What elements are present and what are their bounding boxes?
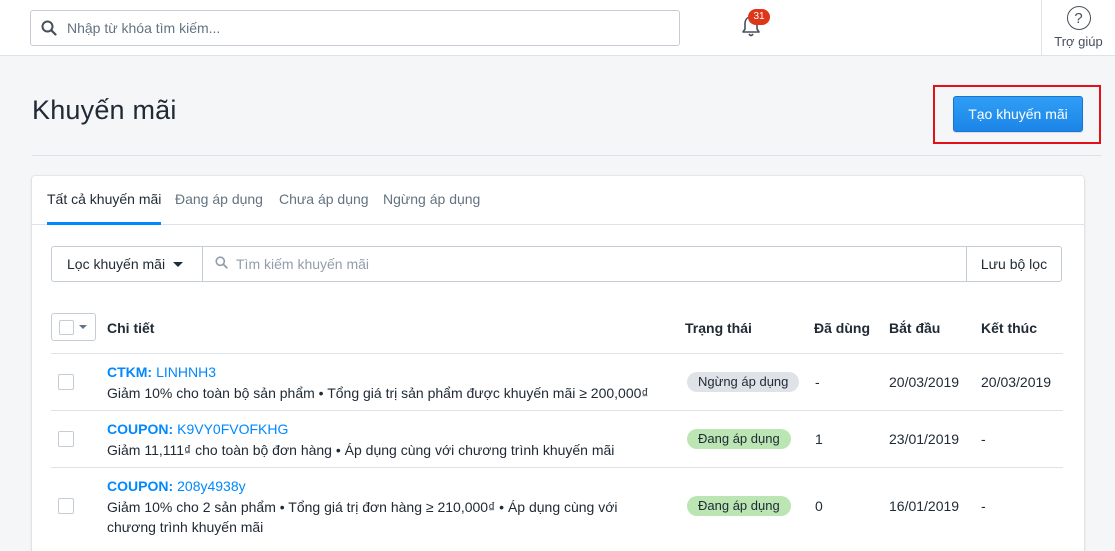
checkbox-box bbox=[59, 319, 74, 335]
row-checkbox[interactable] bbox=[58, 498, 74, 514]
promotion-code-link[interactable]: LINHNH3 bbox=[156, 364, 216, 380]
help-label: Trợ giúp bbox=[1054, 34, 1103, 49]
select-all-checkbox[interactable] bbox=[51, 313, 96, 341]
create-promotion-button[interactable]: Tạo khuyến mãi bbox=[953, 96, 1083, 132]
tab-active-promotions[interactable]: Đang áp dụng bbox=[175, 176, 263, 225]
tab-all-promotions[interactable]: Tất cả khuyến mãi bbox=[47, 176, 162, 225]
help-button[interactable]: ? Trợ giúp bbox=[1041, 0, 1115, 56]
status-badge: Đang áp dụng bbox=[687, 429, 791, 449]
promotion-description: Giảm 11,111₫ cho toàn bộ đơn hàng • Áp d… bbox=[107, 442, 615, 458]
column-header-status: Trạng thái bbox=[685, 320, 752, 336]
promotion-search-input[interactable] bbox=[236, 256, 836, 272]
table-row[interactable]: COUPON: 208y4938y Giảm 10% cho 2 sản phẩm… bbox=[51, 467, 1063, 545]
promotion-search-box[interactable] bbox=[203, 247, 966, 281]
used-count: 0 bbox=[815, 498, 823, 514]
column-header-end: Kết thúc bbox=[981, 320, 1037, 336]
caret-down-icon bbox=[173, 261, 184, 267]
end-date: - bbox=[981, 431, 986, 447]
header-divider bbox=[32, 155, 1102, 156]
start-date: 23/01/2019 bbox=[889, 431, 960, 447]
row-checkbox[interactable] bbox=[58, 431, 74, 447]
start-date: 20/03/2019 bbox=[889, 374, 960, 390]
caret-down-icon bbox=[79, 325, 87, 329]
promotion-description: Giảm 10% cho 2 sản phẩm • Tổng giá trị đ… bbox=[107, 499, 618, 515]
column-header-start: Bắt đầu bbox=[889, 320, 941, 336]
notification-count-badge: 31 bbox=[748, 9, 770, 25]
promotion-type: COUPON: 208y4938y bbox=[107, 478, 246, 494]
filter-bar: Lọc khuyến mãi Lưu bộ lọc bbox=[51, 246, 1062, 282]
filter-dropdown[interactable]: Lọc khuyến mãi bbox=[52, 247, 203, 281]
promotions-card: Tất cả khuyến mãi Đang áp dụng Chưa áp d… bbox=[32, 176, 1084, 551]
status-badge: Đang áp dụng bbox=[687, 496, 791, 516]
used-count: 1 bbox=[815, 431, 823, 447]
table-row[interactable]: CTKM: LINHNH3 Giảm 10% cho toàn bộ sản ph… bbox=[51, 353, 1063, 410]
global-search-box[interactable] bbox=[30, 10, 680, 46]
promotion-tabs: Tất cả khuyến mãi Đang áp dụng Chưa áp d… bbox=[32, 176, 1084, 225]
tab-stopped-promotions[interactable]: Ngừng áp dụng bbox=[383, 176, 480, 225]
global-search-input[interactable] bbox=[67, 20, 657, 36]
promotion-code-link[interactable]: K9VY0FVOFKHG bbox=[177, 421, 288, 437]
end-date: - bbox=[981, 498, 986, 514]
end-date: 20/03/2019 bbox=[981, 374, 1052, 390]
top-bar: 31 ? Trợ giúp bbox=[0, 0, 1115, 56]
promotion-description-continued: chương trình khuyến mãi bbox=[107, 519, 264, 535]
search-icon bbox=[215, 256, 228, 272]
start-date: 16/01/2019 bbox=[889, 498, 960, 514]
promotion-type: COUPON: K9VY0FVOFKHG bbox=[107, 421, 289, 437]
table-row[interactable]: COUPON: K9VY0FVOFKHG Giảm 11,111₫ cho toà… bbox=[51, 410, 1063, 467]
promotion-description: Giảm 10% cho toàn bộ sản phẩm • Tổng giá… bbox=[107, 385, 649, 401]
search-icon bbox=[31, 11, 67, 45]
help-icon: ? bbox=[1066, 6, 1091, 30]
tab-pending-promotions[interactable]: Chưa áp dụng bbox=[279, 176, 369, 225]
row-checkbox[interactable] bbox=[58, 374, 74, 390]
save-filter-button[interactable]: Lưu bộ lọc bbox=[966, 247, 1061, 281]
promotion-code-link[interactable]: 208y4938y bbox=[177, 478, 246, 494]
used-count: - bbox=[815, 374, 820, 390]
status-badge: Ngừng áp dụng bbox=[687, 372, 800, 392]
column-header-used: Đã dùng bbox=[814, 320, 870, 336]
column-header-detail: Chi tiết bbox=[107, 320, 155, 336]
page-title: Khuyến mãi bbox=[32, 95, 177, 125]
filter-dropdown-label: Lọc khuyến mãi bbox=[67, 256, 166, 272]
promotion-type: CTKM: LINHNH3 bbox=[107, 364, 217, 380]
